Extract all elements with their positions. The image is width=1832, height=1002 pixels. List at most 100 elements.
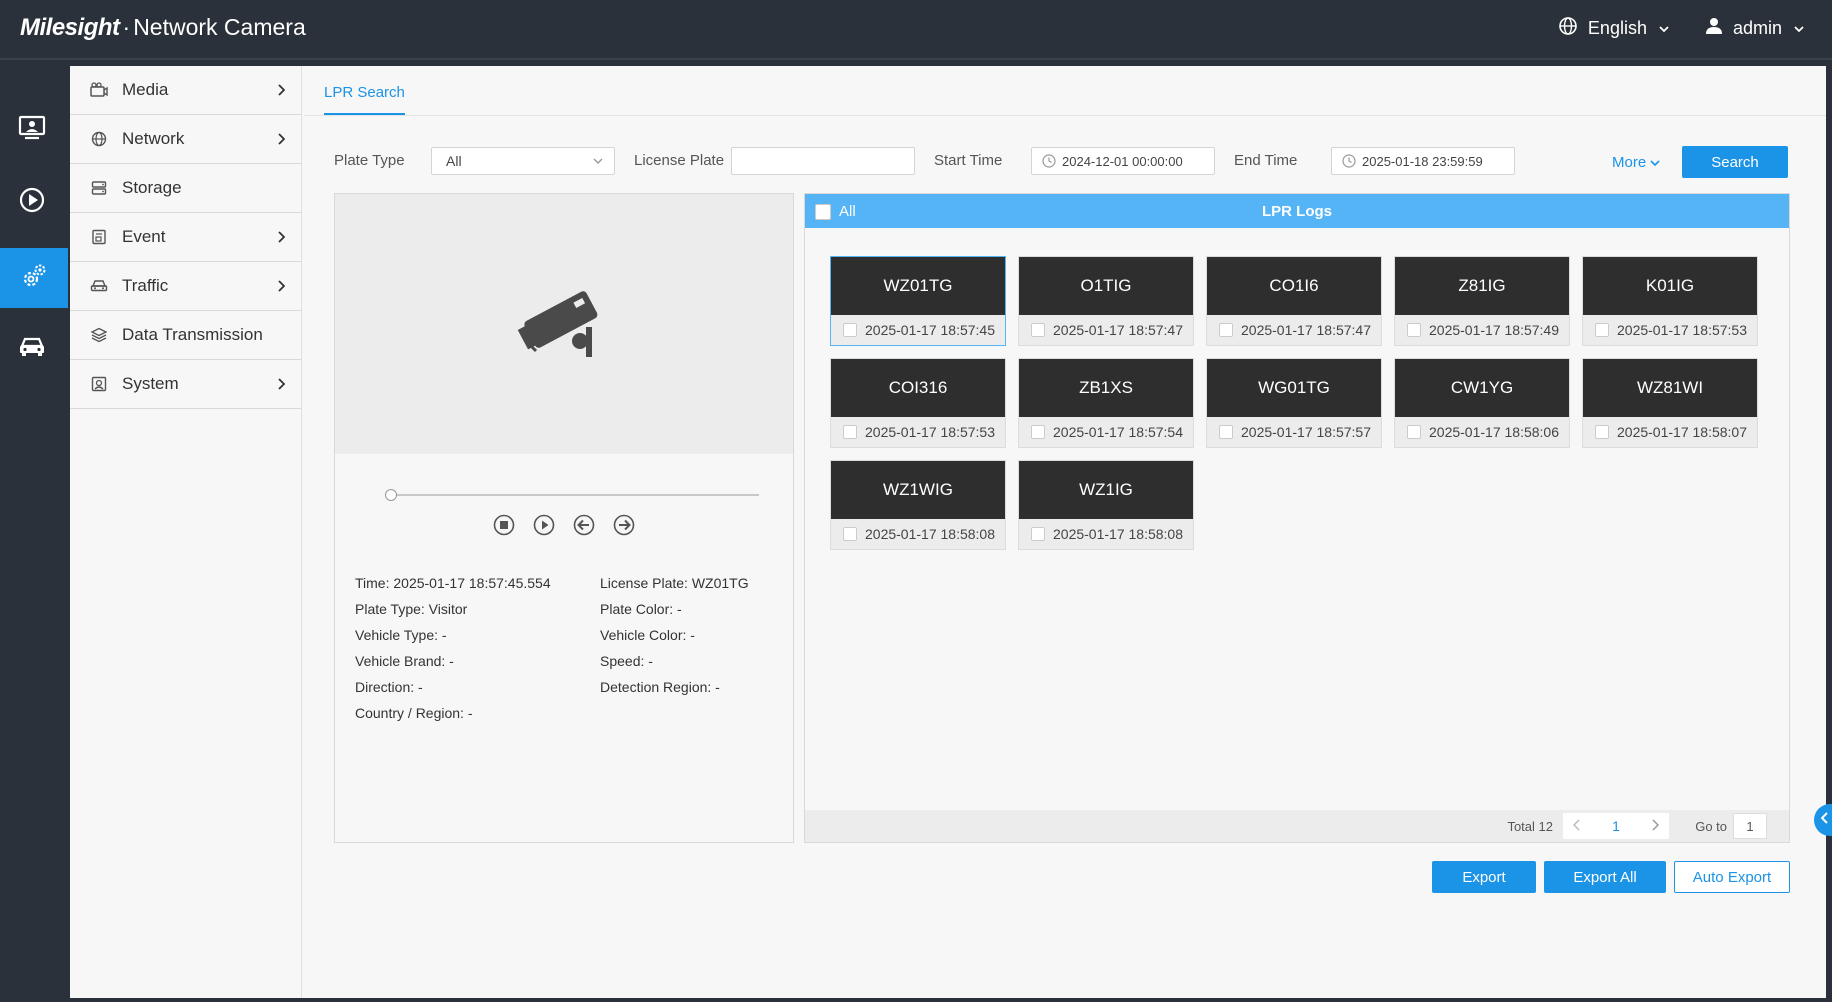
log-checkbox[interactable] — [1031, 323, 1045, 337]
log-checkbox[interactable] — [843, 425, 857, 439]
log-checkbox[interactable] — [1595, 323, 1609, 337]
detail-vehicle-type: Vehicle Type: - — [355, 627, 447, 643]
detail-speed: Speed: - — [600, 653, 653, 669]
goto-page-input[interactable]: 1 — [1733, 813, 1767, 839]
menu-item-system[interactable]: System — [70, 360, 301, 409]
detail-country: Country / Region: - — [355, 705, 473, 721]
export-all-button[interactable]: Export All — [1544, 861, 1666, 893]
chevron-left-icon[interactable] — [1572, 818, 1581, 834]
settings-menu: Media Network Storage Event Traffic Data… — [70, 66, 302, 998]
log-checkbox[interactable] — [1031, 425, 1045, 439]
log-card[interactable]: COI316 2025-01-17 18:57:53 — [830, 358, 1006, 448]
details-left: Time: 2025-01-17 18:57:45.554 Plate Type… — [355, 570, 551, 726]
log-checkbox[interactable] — [1407, 323, 1421, 337]
log-checkbox[interactable] — [843, 527, 857, 541]
globe-icon — [1558, 16, 1578, 41]
rail-traffic[interactable] — [0, 318, 64, 378]
end-time-input[interactable]: 2025-01-18 23:59:59 — [1331, 147, 1515, 175]
auto-export-button[interactable]: Auto Export — [1674, 861, 1790, 893]
menu-item-data-transmission[interactable]: Data Transmission — [70, 311, 301, 360]
log-timestamp: 2025-01-17 18:57:47 — [1053, 322, 1183, 338]
log-card[interactable]: CW1YG 2025-01-17 18:58:06 — [1394, 358, 1570, 448]
menu-item-traffic[interactable]: Traffic — [70, 262, 301, 311]
menu-item-event[interactable]: Event — [70, 213, 301, 262]
chevron-down-icon — [1650, 154, 1660, 171]
log-checkbox[interactable] — [1031, 527, 1045, 541]
camera-icon — [90, 81, 108, 99]
detail-plate-type: Plate Type: Visitor — [355, 601, 468, 617]
menu-item-network[interactable]: Network — [70, 115, 301, 164]
detail-vehicle-brand: Vehicle Brand: - — [355, 653, 454, 669]
rail-live-view[interactable] — [0, 100, 64, 160]
car-icon — [18, 334, 46, 363]
log-checkbox[interactable] — [1219, 323, 1233, 337]
next-icon[interactable] — [613, 514, 635, 536]
log-card-footer: 2025-01-17 18:57:54 — [1019, 417, 1193, 447]
license-plate-input[interactable] — [731, 147, 915, 175]
more-filters-link[interactable]: More — [1612, 154, 1660, 171]
system-icon — [90, 375, 108, 393]
log-checkbox[interactable] — [1407, 425, 1421, 439]
plate-number: Z81IG — [1395, 257, 1569, 315]
user-menu[interactable]: admin — [1705, 17, 1804, 40]
plate-type-select[interactable]: All — [431, 147, 615, 175]
log-card[interactable]: Z81IG 2025-01-17 18:57:49 — [1394, 256, 1570, 346]
gear-icon — [19, 261, 49, 296]
stop-icon[interactable] — [493, 514, 515, 536]
log-card[interactable]: WZ1WIG 2025-01-17 18:58:08 — [830, 460, 1006, 550]
log-card[interactable]: WZ1IG 2025-01-17 18:58:08 — [1018, 460, 1194, 550]
playback-slider-handle[interactable] — [385, 489, 397, 501]
tab-lpr-search[interactable]: LPR Search — [324, 84, 405, 115]
snapshot-preview: Time: 2025-01-17 18:57:45.554 Plate Type… — [334, 193, 794, 843]
log-timestamp: 2025-01-17 18:58:07 — [1617, 424, 1747, 440]
play-icon[interactable] — [533, 514, 555, 536]
search-button[interactable]: Search — [1682, 146, 1788, 178]
select-all[interactable]: All — [815, 203, 856, 220]
chevron-right-icon — [277, 81, 286, 101]
log-card[interactable]: WG01TG 2025-01-17 18:57:57 — [1206, 358, 1382, 448]
total-count: Total 12 — [1507, 819, 1553, 834]
menu-item-media[interactable]: Media — [70, 66, 301, 115]
detail-detection-region: Detection Region: - — [600, 679, 720, 695]
log-card[interactable]: CO1I6 2025-01-17 18:57:47 — [1206, 256, 1382, 346]
menu-item-storage[interactable]: Storage — [70, 164, 301, 213]
export-button[interactable]: Export — [1432, 861, 1536, 893]
app-logo: Milesight · Network Camera — [20, 14, 306, 41]
previous-icon[interactable] — [573, 514, 595, 536]
log-card[interactable]: ZB1XS 2025-01-17 18:57:54 — [1018, 358, 1194, 448]
plate-number: K01IG — [1583, 257, 1757, 315]
log-card[interactable]: WZ01TG 2025-01-17 18:57:45 — [830, 256, 1006, 346]
log-card-footer: 2025-01-17 18:57:57 — [1207, 417, 1381, 447]
select-all-checkbox[interactable] — [815, 203, 831, 220]
log-card-footer: 2025-01-17 18:57:53 — [1583, 315, 1757, 345]
clock-icon — [1342, 154, 1356, 168]
rail-playback[interactable] — [0, 172, 64, 232]
start-time-value: 2024-12-01 00:00:00 — [1062, 153, 1183, 169]
plate-number: CO1I6 — [1207, 257, 1381, 315]
chevron-right-icon — [277, 228, 286, 248]
log-checkbox[interactable] — [1219, 425, 1233, 439]
start-time-input[interactable]: 2024-12-01 00:00:00 — [1031, 147, 1215, 175]
current-page[interactable]: 1 — [1612, 818, 1620, 834]
plate-number: WZ01TG — [831, 257, 1005, 315]
playback-controls — [493, 514, 635, 536]
log-grid: WZ01TG 2025-01-17 18:57:45 O1TIG 2025-01-17… — [830, 256, 1758, 550]
chevron-down-icon — [1659, 22, 1669, 36]
log-card-footer: 2025-01-17 18:57:45 — [831, 315, 1005, 345]
log-card[interactable]: WZ81WI 2025-01-17 18:58:07 — [1582, 358, 1758, 448]
log-card[interactable]: O1TIG 2025-01-17 18:57:47 — [1018, 256, 1194, 346]
icon-rail — [0, 62, 68, 1002]
chevron-down-icon — [592, 154, 604, 170]
menu-label: Network — [122, 129, 185, 148]
logs-title: LPR Logs — [1262, 203, 1332, 220]
detail-vehicle-color: Vehicle Color: - — [600, 627, 695, 643]
language-selector[interactable]: English — [1558, 16, 1669, 41]
monitor-icon — [18, 115, 46, 146]
chevron-right-icon[interactable] — [1651, 818, 1660, 834]
log-checkbox[interactable] — [843, 323, 857, 337]
playback-track[interactable] — [389, 494, 759, 496]
log-checkbox[interactable] — [1595, 425, 1609, 439]
log-card[interactable]: K01IG 2025-01-17 18:57:53 — [1582, 256, 1758, 346]
rail-settings[interactable] — [0, 248, 68, 308]
pagination: Total 12 1 Go to 1 — [805, 810, 1789, 842]
